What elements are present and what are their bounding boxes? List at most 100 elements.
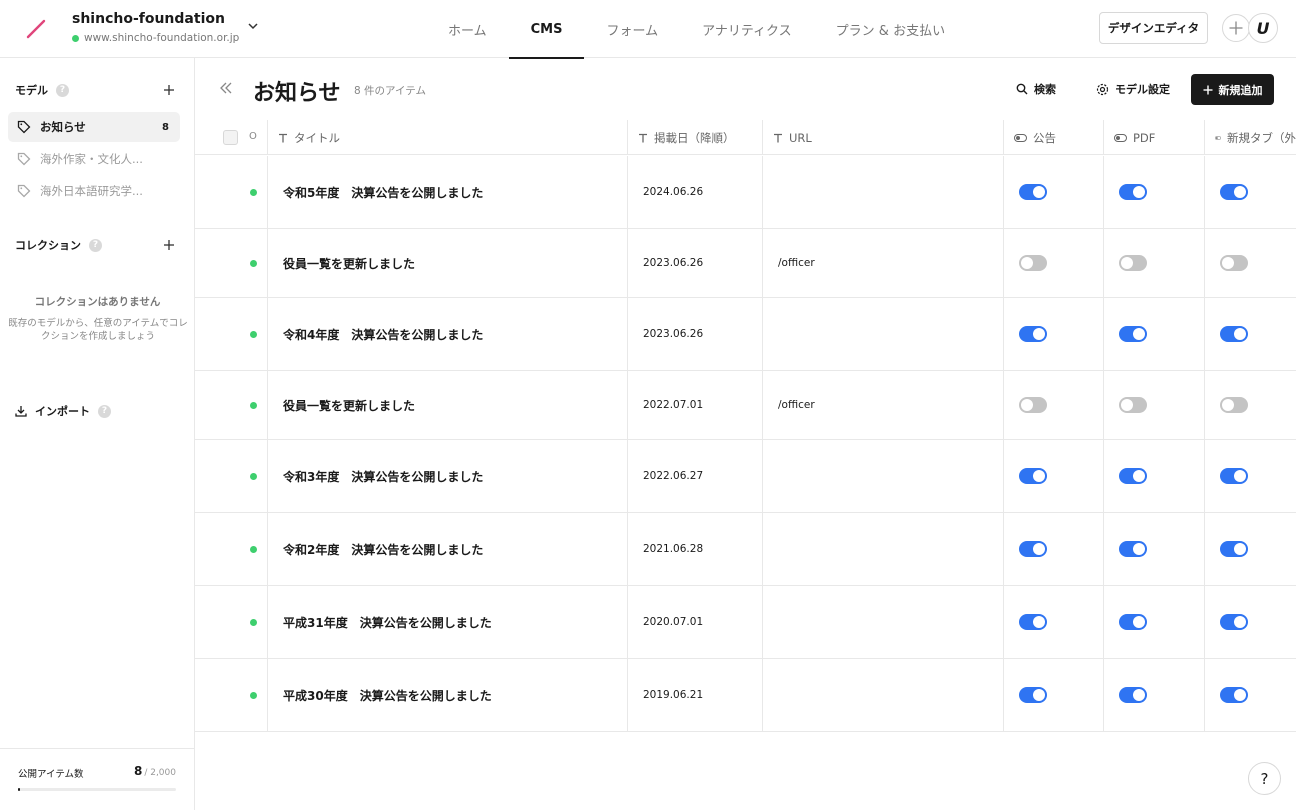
date-cell[interactable]: 2019.06.21: [627, 659, 762, 731]
pdf-toggle[interactable]: [1119, 397, 1147, 413]
column-header-date[interactable]: 掲載日（降順）: [627, 120, 762, 155]
new-tab-toggle[interactable]: [1220, 255, 1248, 271]
add-collaborator-icon[interactable]: [1222, 14, 1250, 42]
title-cell[interactable]: 平成31年度 決算公告を公開しました: [267, 586, 627, 658]
help-icon[interactable]: ?: [98, 404, 111, 418]
title-cell[interactable]: 令和4年度 決算公告を公開しました: [267, 298, 627, 370]
chevron-down-icon[interactable]: [246, 19, 260, 33]
notice-toggle[interactable]: [1019, 468, 1047, 484]
new-tab-toggle[interactable]: [1220, 541, 1248, 557]
notice-toggle[interactable]: [1019, 255, 1047, 271]
add-new-item-button[interactable]: 新規追加: [1191, 74, 1274, 105]
model-settings-button[interactable]: モデル設定: [1096, 78, 1170, 100]
pdf-toggle[interactable]: [1119, 326, 1147, 342]
url-cell[interactable]: [762, 513, 1003, 585]
published-items-count: 8/ 2,000: [134, 764, 176, 778]
url-cell[interactable]: [762, 156, 1003, 228]
framer-logo-icon[interactable]: [24, 18, 48, 40]
pdf-toggle[interactable]: [1119, 541, 1147, 557]
search-button[interactable]: 検索: [1016, 78, 1056, 100]
add-collection-icon[interactable]: [162, 238, 176, 252]
notice-toggle[interactable]: [1019, 541, 1047, 557]
site-name[interactable]: shincho-foundation: [72, 11, 225, 27]
title-cell[interactable]: 令和2年度 決算公告を公開しました: [267, 513, 627, 585]
toggle-knob: [1133, 186, 1145, 198]
pdf-toggle[interactable]: [1119, 687, 1147, 703]
download-icon: [15, 406, 27, 417]
collapse-sidebar-icon[interactable]: [218, 80, 234, 96]
published-status-icon: [250, 260, 257, 267]
new-tab-toggle[interactable]: [1220, 614, 1248, 630]
help-button[interactable]: ?: [1248, 762, 1281, 795]
date-cell[interactable]: 2022.07.01: [627, 371, 762, 439]
table-row[interactable]: 役員一覧を更新しました 2022.07.01/officer: [195, 371, 1296, 440]
help-icon[interactable]: ?: [89, 238, 102, 252]
pdf-toggle[interactable]: [1119, 255, 1147, 271]
new-tab-toggle[interactable]: [1220, 184, 1248, 200]
title-cell[interactable]: 令和3年度 決算公告を公開しました: [267, 440, 627, 512]
notice-cell: [1003, 371, 1103, 439]
pdf-toggle[interactable]: [1119, 468, 1147, 484]
url-cell[interactable]: /officer: [762, 371, 1003, 439]
url-cell[interactable]: [762, 659, 1003, 731]
date-cell[interactable]: 2023.06.26: [627, 298, 762, 370]
toggle-type-icon: [1114, 133, 1127, 142]
column-header-notice[interactable]: 公告: [1003, 120, 1103, 155]
pdf-cell: [1103, 156, 1204, 228]
new-tab-toggle[interactable]: [1220, 468, 1248, 484]
date-cell[interactable]: 2020.07.01: [627, 586, 762, 658]
table-row[interactable]: 令和5年度 決算公告を公開しました 2024.06.26: [195, 156, 1296, 229]
column-header-url[interactable]: URL: [762, 120, 1003, 155]
new-tab-toggle[interactable]: [1220, 687, 1248, 703]
nav-forms[interactable]: フォーム: [584, 0, 680, 58]
title-cell[interactable]: 役員一覧を更新しました: [267, 371, 627, 439]
sidebar-item-japanese-researchers[interactable]: 海外日本語研究学...: [8, 176, 180, 206]
new-tab-cell: [1204, 371, 1296, 439]
site-url[interactable]: www.shincho-foundation.or.jp: [72, 32, 239, 44]
notice-toggle[interactable]: [1019, 614, 1047, 630]
date-cell[interactable]: 2024.06.26: [627, 156, 762, 228]
table-row[interactable]: 令和2年度 決算公告を公開しました 2021.06.28: [195, 513, 1296, 586]
add-model-icon[interactable]: [162, 83, 176, 97]
sidebar-item-news[interactable]: お知らせ 8: [8, 112, 180, 142]
table-row[interactable]: 令和4年度 決算公告を公開しました 2023.06.26: [195, 298, 1296, 371]
notice-toggle[interactable]: [1019, 397, 1047, 413]
title-cell[interactable]: 平成30年度 決算公告を公開しました: [267, 659, 627, 731]
notice-toggle[interactable]: [1019, 326, 1047, 342]
table-row[interactable]: 令和3年度 決算公告を公開しました 2022.06.27: [195, 440, 1296, 513]
url-cell[interactable]: /officer: [762, 229, 1003, 297]
design-editor-button[interactable]: デザインエディタ: [1099, 12, 1208, 44]
nav-analytics[interactable]: アナリティクス: [680, 0, 814, 58]
column-header-new-tab[interactable]: 新規タブ（外: [1204, 120, 1296, 155]
nav-plan-billing[interactable]: プラン & お支払い: [814, 0, 967, 58]
user-avatar[interactable]: U: [1248, 13, 1278, 43]
date-cell[interactable]: 2022.06.27: [627, 440, 762, 512]
import-button[interactable]: インポート ?: [15, 403, 111, 419]
nav-cms[interactable]: CMS: [508, 0, 585, 59]
url-cell[interactable]: [762, 440, 1003, 512]
table-row[interactable]: 平成30年度 決算公告を公開しました 2019.06.21: [195, 659, 1296, 732]
column-header-label: PDF: [1133, 130, 1156, 145]
title-cell[interactable]: 令和5年度 決算公告を公開しました: [267, 156, 627, 228]
date-cell[interactable]: 2021.06.28: [627, 513, 762, 585]
toggle-knob: [1033, 186, 1045, 198]
url-cell[interactable]: [762, 586, 1003, 658]
select-all-checkbox[interactable]: [223, 130, 238, 145]
pdf-toggle[interactable]: [1119, 614, 1147, 630]
table-row[interactable]: 役員一覧を更新しました 2023.06.26/officer: [195, 229, 1296, 298]
new-tab-toggle[interactable]: [1220, 397, 1248, 413]
sidebar-item-foreign-writers[interactable]: 海外作家・文化人...: [8, 144, 180, 174]
new-tab-cell: [1204, 440, 1296, 512]
help-icon[interactable]: ?: [56, 83, 69, 97]
title-cell[interactable]: 役員一覧を更新しました: [267, 229, 627, 297]
url-cell[interactable]: [762, 298, 1003, 370]
date-cell[interactable]: 2023.06.26: [627, 229, 762, 297]
notice-toggle[interactable]: [1019, 184, 1047, 200]
nav-home[interactable]: ホーム: [426, 0, 509, 58]
column-header-title[interactable]: タイトル: [267, 120, 627, 155]
new-tab-toggle[interactable]: [1220, 326, 1248, 342]
table-row[interactable]: 平成31年度 決算公告を公開しました 2020.07.01: [195, 586, 1296, 659]
notice-toggle[interactable]: [1019, 687, 1047, 703]
column-header-pdf[interactable]: PDF: [1103, 120, 1204, 155]
pdf-toggle[interactable]: [1119, 184, 1147, 200]
